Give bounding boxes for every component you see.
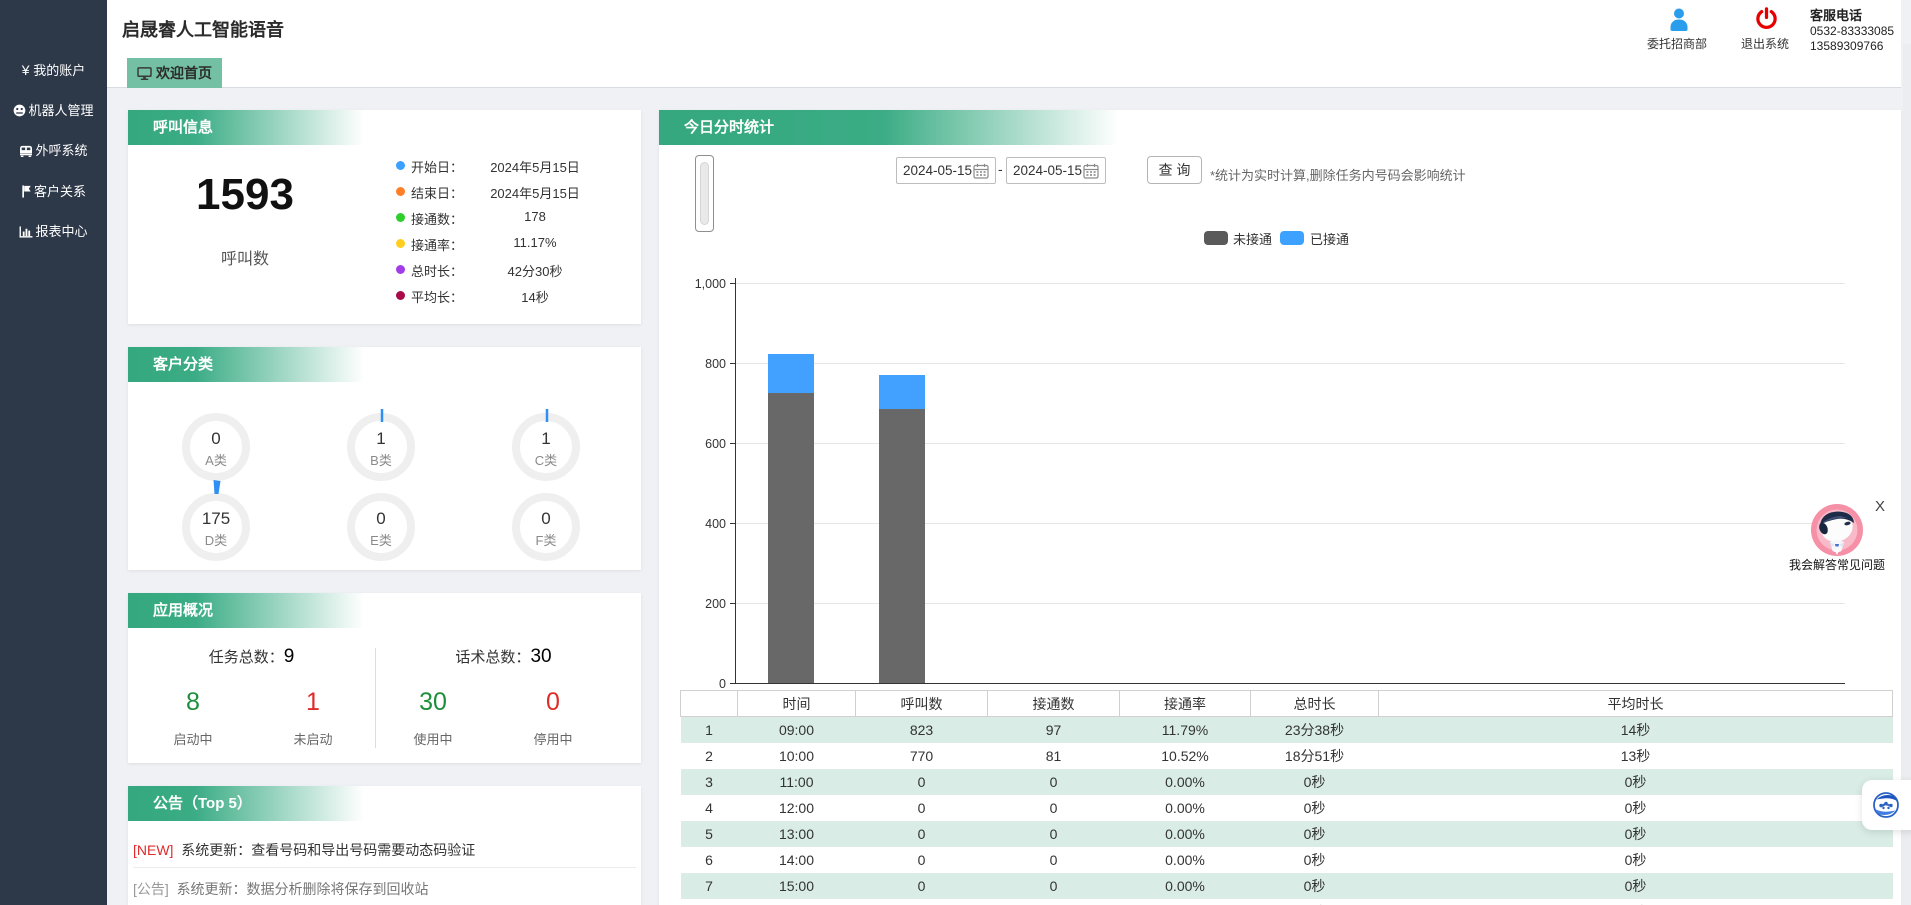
svg-text:800: 800	[705, 357, 726, 371]
svg-text:1,000: 1,000	[695, 277, 726, 291]
svg-text:200: 200	[705, 597, 726, 611]
svg-text:400: 400	[705, 517, 726, 531]
svg-text:0: 0	[719, 677, 726, 691]
svg-text:600: 600	[705, 437, 726, 451]
